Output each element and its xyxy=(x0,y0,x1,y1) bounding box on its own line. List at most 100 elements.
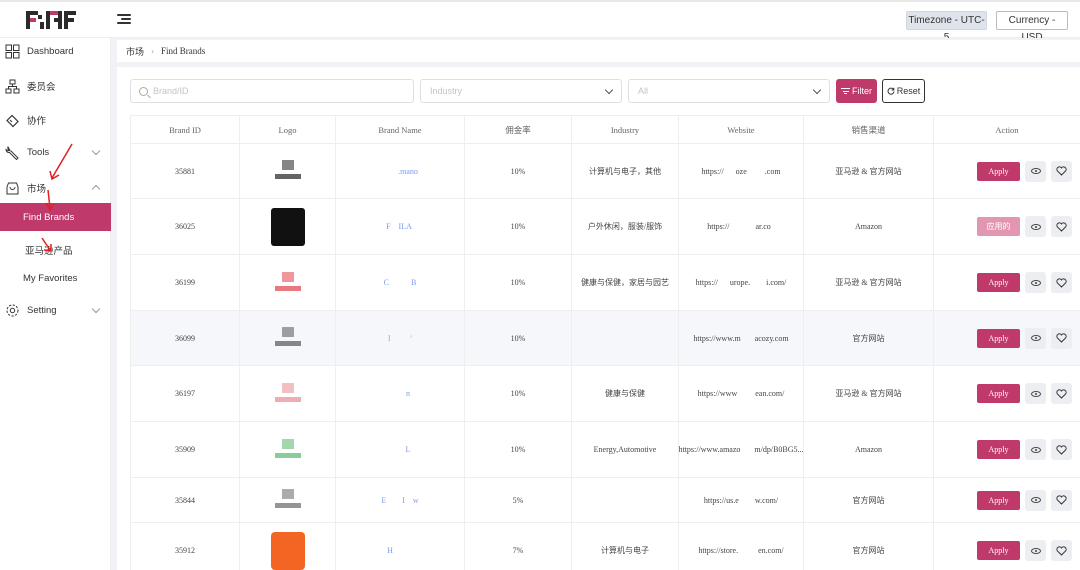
logo-cell xyxy=(239,199,335,254)
view-button[interactable] xyxy=(1025,489,1046,511)
view-button[interactable] xyxy=(1025,327,1046,349)
action-cell: Apply xyxy=(933,523,1080,570)
heart-icon xyxy=(1056,166,1067,176)
favorite-button[interactable] xyxy=(1051,439,1072,460)
action-cell: Apply xyxy=(933,144,1080,198)
view-button[interactable] xyxy=(1025,439,1046,460)
column-header-brand-id[interactable]: Brand ID xyxy=(130,116,239,145)
commission-rate-cell: 5% xyxy=(464,478,571,522)
chevron-down-icon xyxy=(812,85,822,95)
applied-button[interactable]: 应用的 xyxy=(977,217,1020,236)
favorite-button[interactable] xyxy=(1051,327,1072,349)
brand-id-cell: 35844 xyxy=(130,478,239,522)
sidebar-item-setting[interactable]: Setting xyxy=(0,297,111,323)
view-button[interactable] xyxy=(1025,540,1046,561)
reset-label: Reset xyxy=(896,86,921,96)
brand-name-link[interactable]: l ' xyxy=(335,311,464,365)
logo-cell xyxy=(239,255,335,310)
channel-placeholder: All xyxy=(638,86,649,96)
brand-name-link[interactable]: L xyxy=(335,422,464,477)
action-cell: Apply xyxy=(933,255,1080,310)
eye-icon xyxy=(1030,497,1041,503)
column-header-website: Website xyxy=(678,116,803,145)
favorite-button[interactable] xyxy=(1051,383,1072,404)
action-cell: Apply xyxy=(933,422,1080,477)
apply-button[interactable]: Apply xyxy=(977,541,1020,560)
main-area: 市场 › Find Brands Brand/ID Industry All F… xyxy=(111,38,1080,570)
apply-button[interactable]: Apply xyxy=(977,440,1020,459)
brand-id-cell: 36025 xyxy=(130,199,239,254)
brand-name-link[interactable]: H xyxy=(335,523,464,570)
website-cell: https://www ean.com/ xyxy=(678,366,803,421)
column-header-logo: Logo xyxy=(239,116,335,145)
table-row: 36197 n 10% 健康与保健 https://www ean.com/亚马逊 &… xyxy=(130,366,1080,422)
column-header-brand-name[interactable]: Brand Name xyxy=(335,116,464,145)
favorite-button[interactable] xyxy=(1051,160,1072,182)
website-cell: https://www.amazo m/dp/B0BG5... xyxy=(678,422,803,477)
view-button[interactable] xyxy=(1025,160,1046,182)
channel-select[interactable]: All xyxy=(628,79,830,103)
brand-name-link[interactable]: E I w xyxy=(335,478,464,522)
reset-button[interactable]: Reset xyxy=(882,79,925,103)
industry-cell: 健康与保健，家居与园艺 xyxy=(571,255,678,310)
action-cell: Apply xyxy=(933,366,1080,421)
search-placeholder: Brand/ID xyxy=(153,86,189,96)
column-header-commission[interactable]: 佣金率 xyxy=(464,116,571,145)
menu-toggle-icon[interactable] xyxy=(117,12,133,28)
heart-icon xyxy=(1056,545,1067,556)
column-header-industry: Industry xyxy=(571,116,678,145)
brand-logo-image xyxy=(271,431,305,469)
favorite-button[interactable] xyxy=(1051,272,1072,293)
sales-channel-cell: 官方网站 xyxy=(803,478,933,522)
industry-cell: Energy,Automotive xyxy=(571,422,678,477)
view-button[interactable] xyxy=(1025,216,1046,237)
view-button[interactable] xyxy=(1025,272,1046,293)
eye-icon xyxy=(1030,446,1041,453)
apply-button[interactable]: Apply xyxy=(977,273,1020,292)
sales-channel-cell: 亚马逊 & 官方网站 xyxy=(803,255,933,310)
apply-button[interactable]: Apply xyxy=(977,384,1020,403)
content-panel: Brand/ID Industry All Filter Reset Brand… xyxy=(117,67,1080,570)
filter-button[interactable]: Filter xyxy=(836,79,877,103)
eye-icon xyxy=(1030,390,1041,397)
apply-button[interactable]: Apply xyxy=(977,490,1020,510)
breadcrumb-parent[interactable]: 市场 xyxy=(126,45,144,58)
filter-icon xyxy=(841,87,850,96)
brand-name-link[interactable]: F ILA xyxy=(335,199,464,254)
favorite-button[interactable] xyxy=(1051,489,1072,511)
brand-logo-image xyxy=(271,319,305,357)
eye-icon xyxy=(1030,223,1041,230)
brand-logo-image xyxy=(271,375,305,413)
eye-icon xyxy=(1030,168,1041,174)
brand-name-link[interactable]: n xyxy=(335,366,464,421)
commission-rate-cell: 10% xyxy=(464,311,571,365)
breadcrumb: 市场 › Find Brands xyxy=(117,40,1080,62)
favorite-button[interactable] xyxy=(1051,216,1072,237)
logo-cell xyxy=(239,478,335,522)
eye-icon xyxy=(1030,335,1041,341)
industry-select[interactable]: Industry xyxy=(420,79,622,103)
heart-icon xyxy=(1056,221,1067,232)
timezone-button[interactable]: Timezone - UTC-5 xyxy=(906,11,987,43)
commission-rate-cell: 10% xyxy=(464,422,571,477)
commission-rate-cell: 7% xyxy=(464,523,571,570)
table-row: 35912 H 7% 计算机与电子 https://store. en.com/官方网… xyxy=(130,523,1080,570)
brand-name-link[interactable]: .mano xyxy=(335,144,464,198)
commission-rate-cell: 10% xyxy=(464,199,571,254)
favorite-button[interactable] xyxy=(1051,540,1072,561)
brand-name-link[interactable]: C B xyxy=(335,255,464,310)
view-button[interactable] xyxy=(1025,383,1046,404)
brand-logo-image xyxy=(271,481,305,519)
website-cell: https:// ar.co xyxy=(678,199,803,254)
brand-id-cell: 35912 xyxy=(130,523,239,570)
sales-channel-cell: 亚马逊 & 官方网站 xyxy=(803,366,933,421)
apply-button[interactable]: Apply xyxy=(977,328,1020,348)
sales-channel-cell: 官方网站 xyxy=(803,311,933,365)
search-input[interactable]: Brand/ID xyxy=(130,79,414,103)
column-header-action: Action xyxy=(933,116,1080,145)
currency-button[interactable]: Currency - USD xyxy=(996,11,1068,43)
website-cell: https://store. en.com/ xyxy=(678,523,803,570)
table-row: 36199 C B 10% 健康与保健，家居与园艺 https:// urope. i.… xyxy=(130,255,1080,311)
industry-placeholder: Industry xyxy=(430,86,463,96)
apply-button[interactable]: Apply xyxy=(977,161,1020,181)
